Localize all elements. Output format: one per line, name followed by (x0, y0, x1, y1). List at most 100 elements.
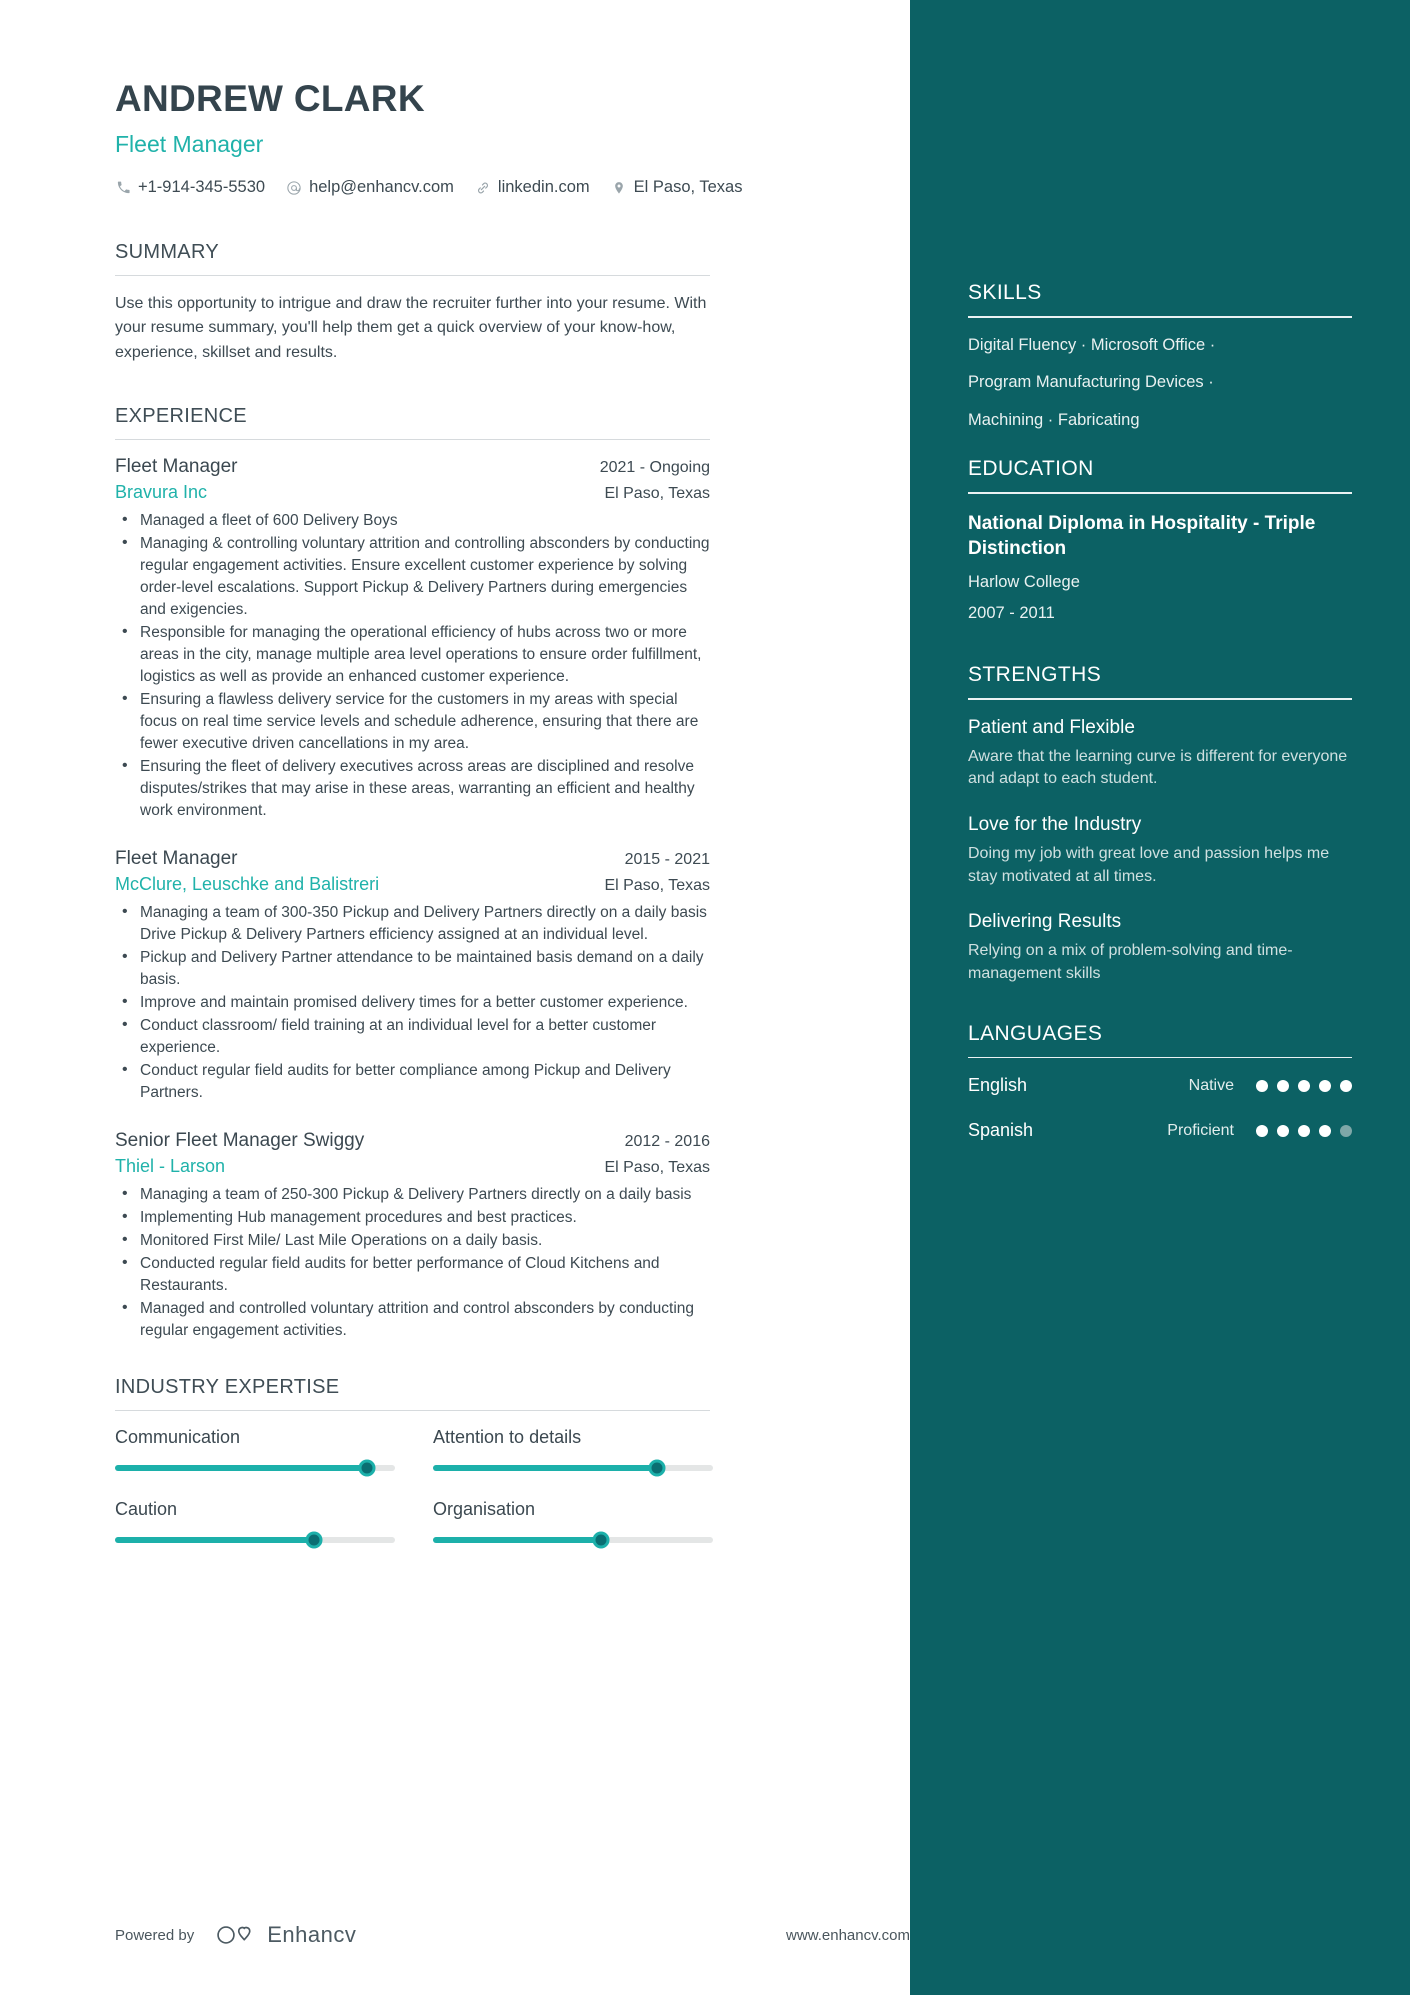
experience-job-date: 2021 - Ongoing (599, 458, 710, 476)
languages-heading: LANGUAGES (968, 1021, 1103, 1045)
experience-bullets: Managing a team of 250-300 Pickup & Deli… (115, 1183, 710, 1342)
resume-page: SKILLS Digital Fluency · Microsoft Offic… (0, 0, 1410, 1995)
experience-bullet: Ensuring a flawless delivery service for… (115, 688, 710, 755)
skill-line: Machining · Fabricating (968, 410, 1140, 429)
skill-line: Program Manufacturing Devices · (968, 373, 1214, 392)
strengths-divider (968, 698, 1352, 700)
expertise-slider-knob[interactable] (358, 1459, 376, 1477)
education-divider (968, 492, 1352, 494)
contact-linkedin-text: linkedin.com (497, 178, 590, 196)
contact-location: El Paso, Texas (611, 178, 743, 197)
rating-dot (1277, 1079, 1289, 1092)
experience-entry-header: Senior Fleet Manager Swiggy 2012 - 2016 (115, 1130, 710, 1152)
experience-company: McClure, Leuschke and Balistreri (115, 873, 380, 894)
contact-linkedin[interactable]: linkedin.com (475, 178, 590, 197)
expertise-label: Attention to details (433, 1426, 582, 1447)
expertise-slider[interactable] (115, 1531, 395, 1549)
powered-by-label: Powered by (115, 1926, 195, 1944)
expertise-label: Caution (115, 1498, 178, 1519)
sidebar-section-education: EDUCATION National Diploma in Hospitalit… (968, 457, 1352, 623)
experience-job-title: Fleet Manager (115, 455, 238, 477)
experience-bullet: Managed and controlled voluntary attriti… (115, 1297, 710, 1342)
experience-bullet: Managed a fleet of 600 Delivery Boys (115, 509, 710, 532)
contact-phone-text: +1-914-345-5530 (138, 178, 266, 196)
website-url: www.enhancv.com (786, 1926, 910, 1944)
expertise-slider-fill (433, 1464, 657, 1471)
strength-item: Patient and Flexible Aware that the lear… (968, 717, 1352, 791)
experience-entry: Fleet Manager 2021 - Ongoing Bravura Inc… (115, 456, 710, 822)
experience-bullet: Responsible for managing the operational… (115, 621, 710, 688)
summary-text: Use this opportunity to intrigue and dra… (115, 295, 707, 361)
sidebar: SKILLS Digital Fluency · Microsoft Offic… (910, 0, 1410, 1995)
expertise-item: Communication (115, 1426, 395, 1477)
experience-location: El Paso, Texas (604, 1158, 710, 1176)
section-industry-expertise: INDUSTRY EXPERTISE Communication Attenti… (115, 1376, 713, 1549)
enhancv-logo-icon (217, 1926, 251, 1944)
link-icon (475, 180, 491, 196)
rating-dot (1277, 1124, 1289, 1137)
expertise-item: Organisation (433, 1499, 713, 1549)
experience-divider (115, 438, 710, 440)
expertise-grid: Communication Attention to details Cauti… (115, 1426, 713, 1549)
strength-title: Love for the Industry (968, 813, 1142, 835)
experience-job-title: Senior Fleet Manager Swiggy (115, 1129, 365, 1151)
expertise-slider[interactable] (433, 1531, 713, 1549)
rating-dot (1256, 1079, 1268, 1092)
education-degree: National Diploma in Hospitality - Triple… (968, 512, 1316, 559)
experience-entry-subheader: Thiel - Larson El Paso, Texas (115, 1156, 710, 1177)
experience-company: Thiel - Larson (115, 1155, 226, 1176)
experience-bullet: Implementing Hub management procedures a… (115, 1206, 710, 1229)
experience-entry-header: Fleet Manager 2021 - Ongoing (115, 456, 710, 478)
experience-entry-subheader: McClure, Leuschke and Balistreri El Paso… (115, 874, 710, 895)
contact-bar: +1-914-345-5530 help@enhancv.com linkedi… (115, 178, 910, 197)
experience-job-date: 2015 - 2021 (624, 850, 710, 868)
expertise-slider-knob[interactable] (648, 1459, 666, 1477)
section-summary: SUMMARY Use this opportunity to intrigue… (115, 241, 710, 365)
summary-divider (115, 275, 710, 276)
skills-divider (968, 316, 1352, 318)
rating-dot (1256, 1124, 1268, 1137)
expertise-slider-fill (115, 1536, 314, 1543)
strength-title: Delivering Results (968, 911, 1122, 933)
language-level: Native (1188, 1076, 1234, 1094)
experience-bullet: Conduct classroom/ field training at an … (115, 1014, 710, 1059)
expertise-item: Caution (115, 1498, 395, 1549)
contact-phone[interactable]: +1-914-345-5530 (115, 178, 265, 197)
expertise-slider-knob[interactable] (592, 1531, 610, 1549)
experience-bullets: Managed a fleet of 600 Delivery BoysMana… (115, 509, 710, 822)
experience-bullet: Pickup and Delivery Partner attendance t… (115, 946, 710, 991)
brand-name: Enhancv (267, 1922, 357, 1947)
expertise-slider[interactable] (433, 1459, 713, 1477)
powered-by: Powered by Enhancv (115, 1922, 356, 1948)
section-experience: EXPERIENCE Fleet Manager 2021 - Ongoing … (115, 405, 710, 1342)
contact-email-text: help@enhancv.com (309, 178, 454, 196)
contact-email[interactable]: help@enhancv.com (286, 178, 454, 197)
experience-bullet: Ensuring the fleet of delivery executive… (115, 755, 710, 822)
education-school: Harlow College (968, 573, 1080, 592)
rating-dot (1298, 1079, 1310, 1092)
experience-bullet: Managing a team of 250-300 Pickup & Deli… (115, 1183, 710, 1206)
language-rating-dots (1256, 1124, 1352, 1137)
job-role-subtitle: Fleet Manager (115, 131, 264, 157)
strength-title: Patient and Flexible (968, 716, 1135, 738)
education-date: 2007 - 2011 (968, 604, 1055, 623)
language-row: Spanish Proficient (968, 1120, 1352, 1141)
email-icon (286, 180, 302, 196)
education-heading: EDUCATION (968, 457, 1094, 481)
sidebar-section-languages: LANGUAGES English Native Spanish Profici… (968, 1022, 1352, 1142)
experience-heading: EXPERIENCE (115, 404, 247, 427)
experience-company: Bravura Inc (115, 481, 208, 502)
experience-entry: Senior Fleet Manager Swiggy 2012 - 2016 … (115, 1130, 710, 1342)
location-pin-icon (611, 180, 627, 196)
expertise-label: Communication (115, 1426, 241, 1447)
experience-bullets: Managing a team of 300-350 Pickup and De… (115, 901, 710, 1104)
expertise-slider[interactable] (115, 1459, 395, 1477)
experience-bullet: Improve and maintain promised delivery t… (115, 991, 710, 1014)
summary-heading: SUMMARY (115, 241, 219, 263)
strength-desc: Doing my job with great love and passion… (968, 844, 1330, 885)
experience-bullet: Managing & controlling voluntary attriti… (115, 532, 710, 621)
contact-location-text: El Paso, Texas (633, 178, 743, 196)
strength-item: Love for the Industry Doing my job with … (968, 814, 1352, 888)
page-title: ANDREW CLARK (115, 78, 425, 119)
expertise-slider-knob[interactable] (305, 1531, 323, 1549)
